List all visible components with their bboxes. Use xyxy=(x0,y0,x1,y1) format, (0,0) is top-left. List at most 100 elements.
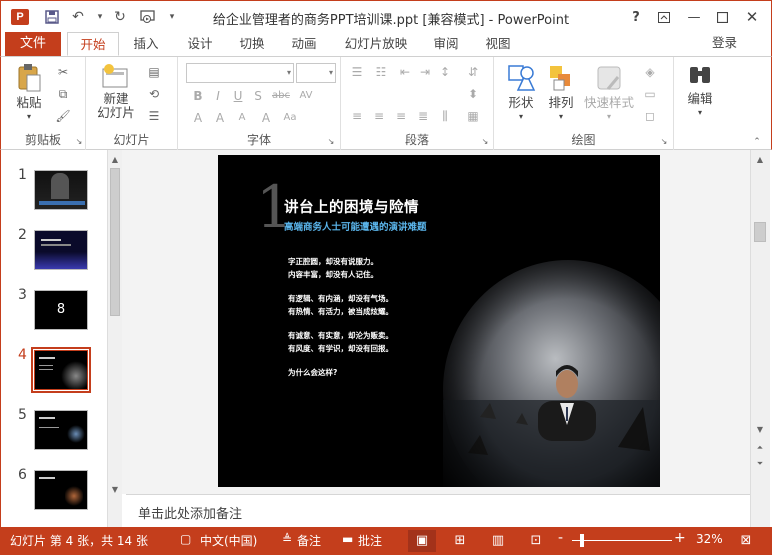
slide-scrollbar[interactable]: ▲ ▼ ⏶ ⏷ xyxy=(750,150,770,527)
italic-icon[interactable]: I xyxy=(210,89,226,103)
editing-button[interactable]: 编辑 ▾ xyxy=(680,63,720,120)
quick-styles-button[interactable]: 快速样式 ▾ xyxy=(582,63,636,124)
align-right-icon[interactable]: ≡ xyxy=(393,109,409,123)
shape-outline-icon[interactable]: ▭ xyxy=(642,87,658,101)
close-icon[interactable]: ✕ xyxy=(739,5,765,29)
align-text-icon[interactable]: ⬍ xyxy=(465,87,481,101)
shape-fill-icon[interactable]: ◈ xyxy=(642,65,658,79)
slideshow-start-icon[interactable] xyxy=(137,7,159,27)
minimize-icon[interactable]: — xyxy=(681,5,707,29)
maximize-icon[interactable] xyxy=(709,5,735,29)
cut-icon[interactable]: ✂ xyxy=(55,65,71,79)
clear-formatting-icon[interactable]: A xyxy=(258,111,274,125)
font-name-combo[interactable]: ▾ xyxy=(186,63,294,83)
decrease-indent-icon[interactable]: ⇤ xyxy=(397,65,413,79)
align-center-icon[interactable]: ≡ xyxy=(371,109,387,123)
convert-smartart-icon[interactable]: ▦ xyxy=(465,109,481,123)
slide-thumbnail-pane[interactable]: 1 2 3 8 4 5 6 ▲ ▼ xyxy=(0,150,122,527)
redo-icon[interactable]: ↻ xyxy=(109,7,131,27)
slide-thumbnail-6[interactable] xyxy=(34,470,88,510)
font-size-combo[interactable]: ▾ xyxy=(296,63,336,83)
next-slide-icon[interactable]: ⏷ xyxy=(754,458,766,470)
comments-icon[interactable]: ▬ xyxy=(342,532,353,546)
slide-thumbnail-3[interactable]: 8 xyxy=(34,290,88,330)
save-icon[interactable] xyxy=(41,7,63,27)
slide-scroll-up-icon[interactable]: ▲ xyxy=(754,154,766,166)
bullets-icon[interactable]: ☰ xyxy=(349,65,365,79)
strikethrough-icon[interactable]: abc xyxy=(272,89,290,103)
slide-thumbnail-4[interactable] xyxy=(31,347,91,393)
tab-review[interactable]: 审阅 xyxy=(425,32,467,56)
decrease-font-icon[interactable]: A xyxy=(234,111,250,125)
clipboard-launcher-icon[interactable]: ↘ xyxy=(71,135,87,149)
tab-home[interactable]: 开始 xyxy=(67,32,119,56)
reading-view-icon[interactable]: ▥ xyxy=(484,530,512,552)
help-icon[interactable]: ? xyxy=(623,5,649,29)
undo-icon[interactable]: ↶ xyxy=(67,7,89,27)
slideshow-view-icon[interactable]: ⊡ xyxy=(522,530,550,552)
zoom-slider-knob[interactable] xyxy=(580,534,584,547)
new-slide-button[interactable]: 新建 幻灯片 xyxy=(94,63,138,120)
zoom-out-button[interactable]: - xyxy=(558,530,563,546)
slide-sorter-view-icon[interactable]: ⊞ xyxy=(446,530,474,552)
notes-toggle-icon[interactable]: ≜ xyxy=(282,532,292,546)
font-size-dropdown-icon[interactable]: ▾ xyxy=(329,68,333,77)
layout-icon[interactable]: ▤ xyxy=(146,65,162,79)
justify-icon[interactable]: ≣ xyxy=(415,109,431,123)
paragraph-launcher-icon[interactable]: ↘ xyxy=(477,135,493,149)
tab-file[interactable]: 文件 xyxy=(5,32,61,56)
underline-icon[interactable]: U xyxy=(230,89,246,103)
tab-insert[interactable]: 插入 xyxy=(125,32,167,56)
zoom-level[interactable]: 32% xyxy=(696,532,723,546)
slide-scroll-down-icon[interactable]: ▼ xyxy=(754,424,766,436)
zoom-in-button[interactable]: + xyxy=(674,530,686,546)
text-direction-icon[interactable]: ⇵ xyxy=(465,65,481,79)
bold-icon[interactable]: B xyxy=(190,89,206,103)
columns-icon[interactable]: ⫼ xyxy=(437,109,453,123)
zoom-slider[interactable] xyxy=(572,540,672,541)
notes-pane[interactable]: 单击此处添加备注 xyxy=(126,494,750,527)
customize-qat-icon[interactable]: ▾ xyxy=(161,7,183,27)
undo-dropdown-icon[interactable]: ▾ xyxy=(89,7,111,27)
font-name-dropdown-icon[interactable]: ▾ xyxy=(287,68,291,77)
tab-slideshow[interactable]: 幻灯片放映 xyxy=(337,32,415,56)
change-case-icon[interactable]: Aa xyxy=(282,111,298,125)
tab-animations[interactable]: 动画 xyxy=(283,32,325,56)
line-spacing-icon[interactable]: ↕ xyxy=(437,65,453,79)
increase-font-icon[interactable]: A xyxy=(212,111,228,125)
fit-slide-icon[interactable]: ⊠ xyxy=(732,530,760,552)
copy-icon[interactable]: ⧉ xyxy=(55,87,71,101)
slide-thumbnail-5[interactable] xyxy=(34,410,88,450)
notes-placeholder[interactable]: 单击此处添加备注 xyxy=(138,503,242,522)
font-color-icon[interactable]: A xyxy=(190,111,206,125)
thumb-scroll-down-icon[interactable]: ▼ xyxy=(109,484,121,496)
current-slide[interactable]: 1 讲台上的困境与险情 高端商务人士可能遭遇的演讲难题 字正腔圆，却没有说服力。… xyxy=(218,155,660,487)
reset-icon[interactable]: ⟲ xyxy=(146,87,162,101)
shape-effects-icon[interactable]: ◻ xyxy=(642,109,658,123)
slide-thumbnail-1[interactable] xyxy=(34,170,88,210)
thumbnail-scroll-thumb[interactable] xyxy=(110,168,120,316)
language-status[interactable]: 中文(中国) xyxy=(200,532,257,549)
thumb-scroll-up-icon[interactable]: ▲ xyxy=(109,154,121,166)
notes-toggle-button[interactable]: 备注 xyxy=(297,532,321,549)
shapes-button[interactable]: 形状 ▾ xyxy=(500,63,542,124)
drawing-launcher-icon[interactable]: ↘ xyxy=(656,135,672,149)
increase-indent-icon[interactable]: ⇥ xyxy=(417,65,433,79)
collapse-ribbon-icon[interactable]: ⌃ xyxy=(749,135,765,149)
tab-design[interactable]: 设计 xyxy=(179,32,221,56)
previous-slide-icon[interactable]: ⏶ xyxy=(754,442,766,454)
paste-button[interactable]: 粘贴 ▾ xyxy=(11,63,47,124)
paste-dropdown-icon[interactable]: ▾ xyxy=(11,110,47,124)
comments-button[interactable]: 批注 xyxy=(358,532,382,549)
font-launcher-icon[interactable]: ↘ xyxy=(323,135,339,149)
normal-view-icon[interactable]: ▣ xyxy=(408,530,436,552)
tab-transitions[interactable]: 切换 xyxy=(231,32,273,56)
format-painter-icon[interactable]: 🖌 xyxy=(55,109,71,123)
shadow-icon[interactable]: S xyxy=(250,89,266,103)
character-spacing-icon[interactable]: AV xyxy=(298,89,314,103)
section-icon[interactable]: ☰ xyxy=(146,109,162,123)
thumbnail-scrollbar[interactable]: ▲ ▼ xyxy=(107,150,122,527)
tab-view[interactable]: 视图 xyxy=(477,32,519,56)
ribbon-display-options-icon[interactable] xyxy=(651,5,677,29)
slide-scroll-thumb[interactable] xyxy=(754,222,766,242)
